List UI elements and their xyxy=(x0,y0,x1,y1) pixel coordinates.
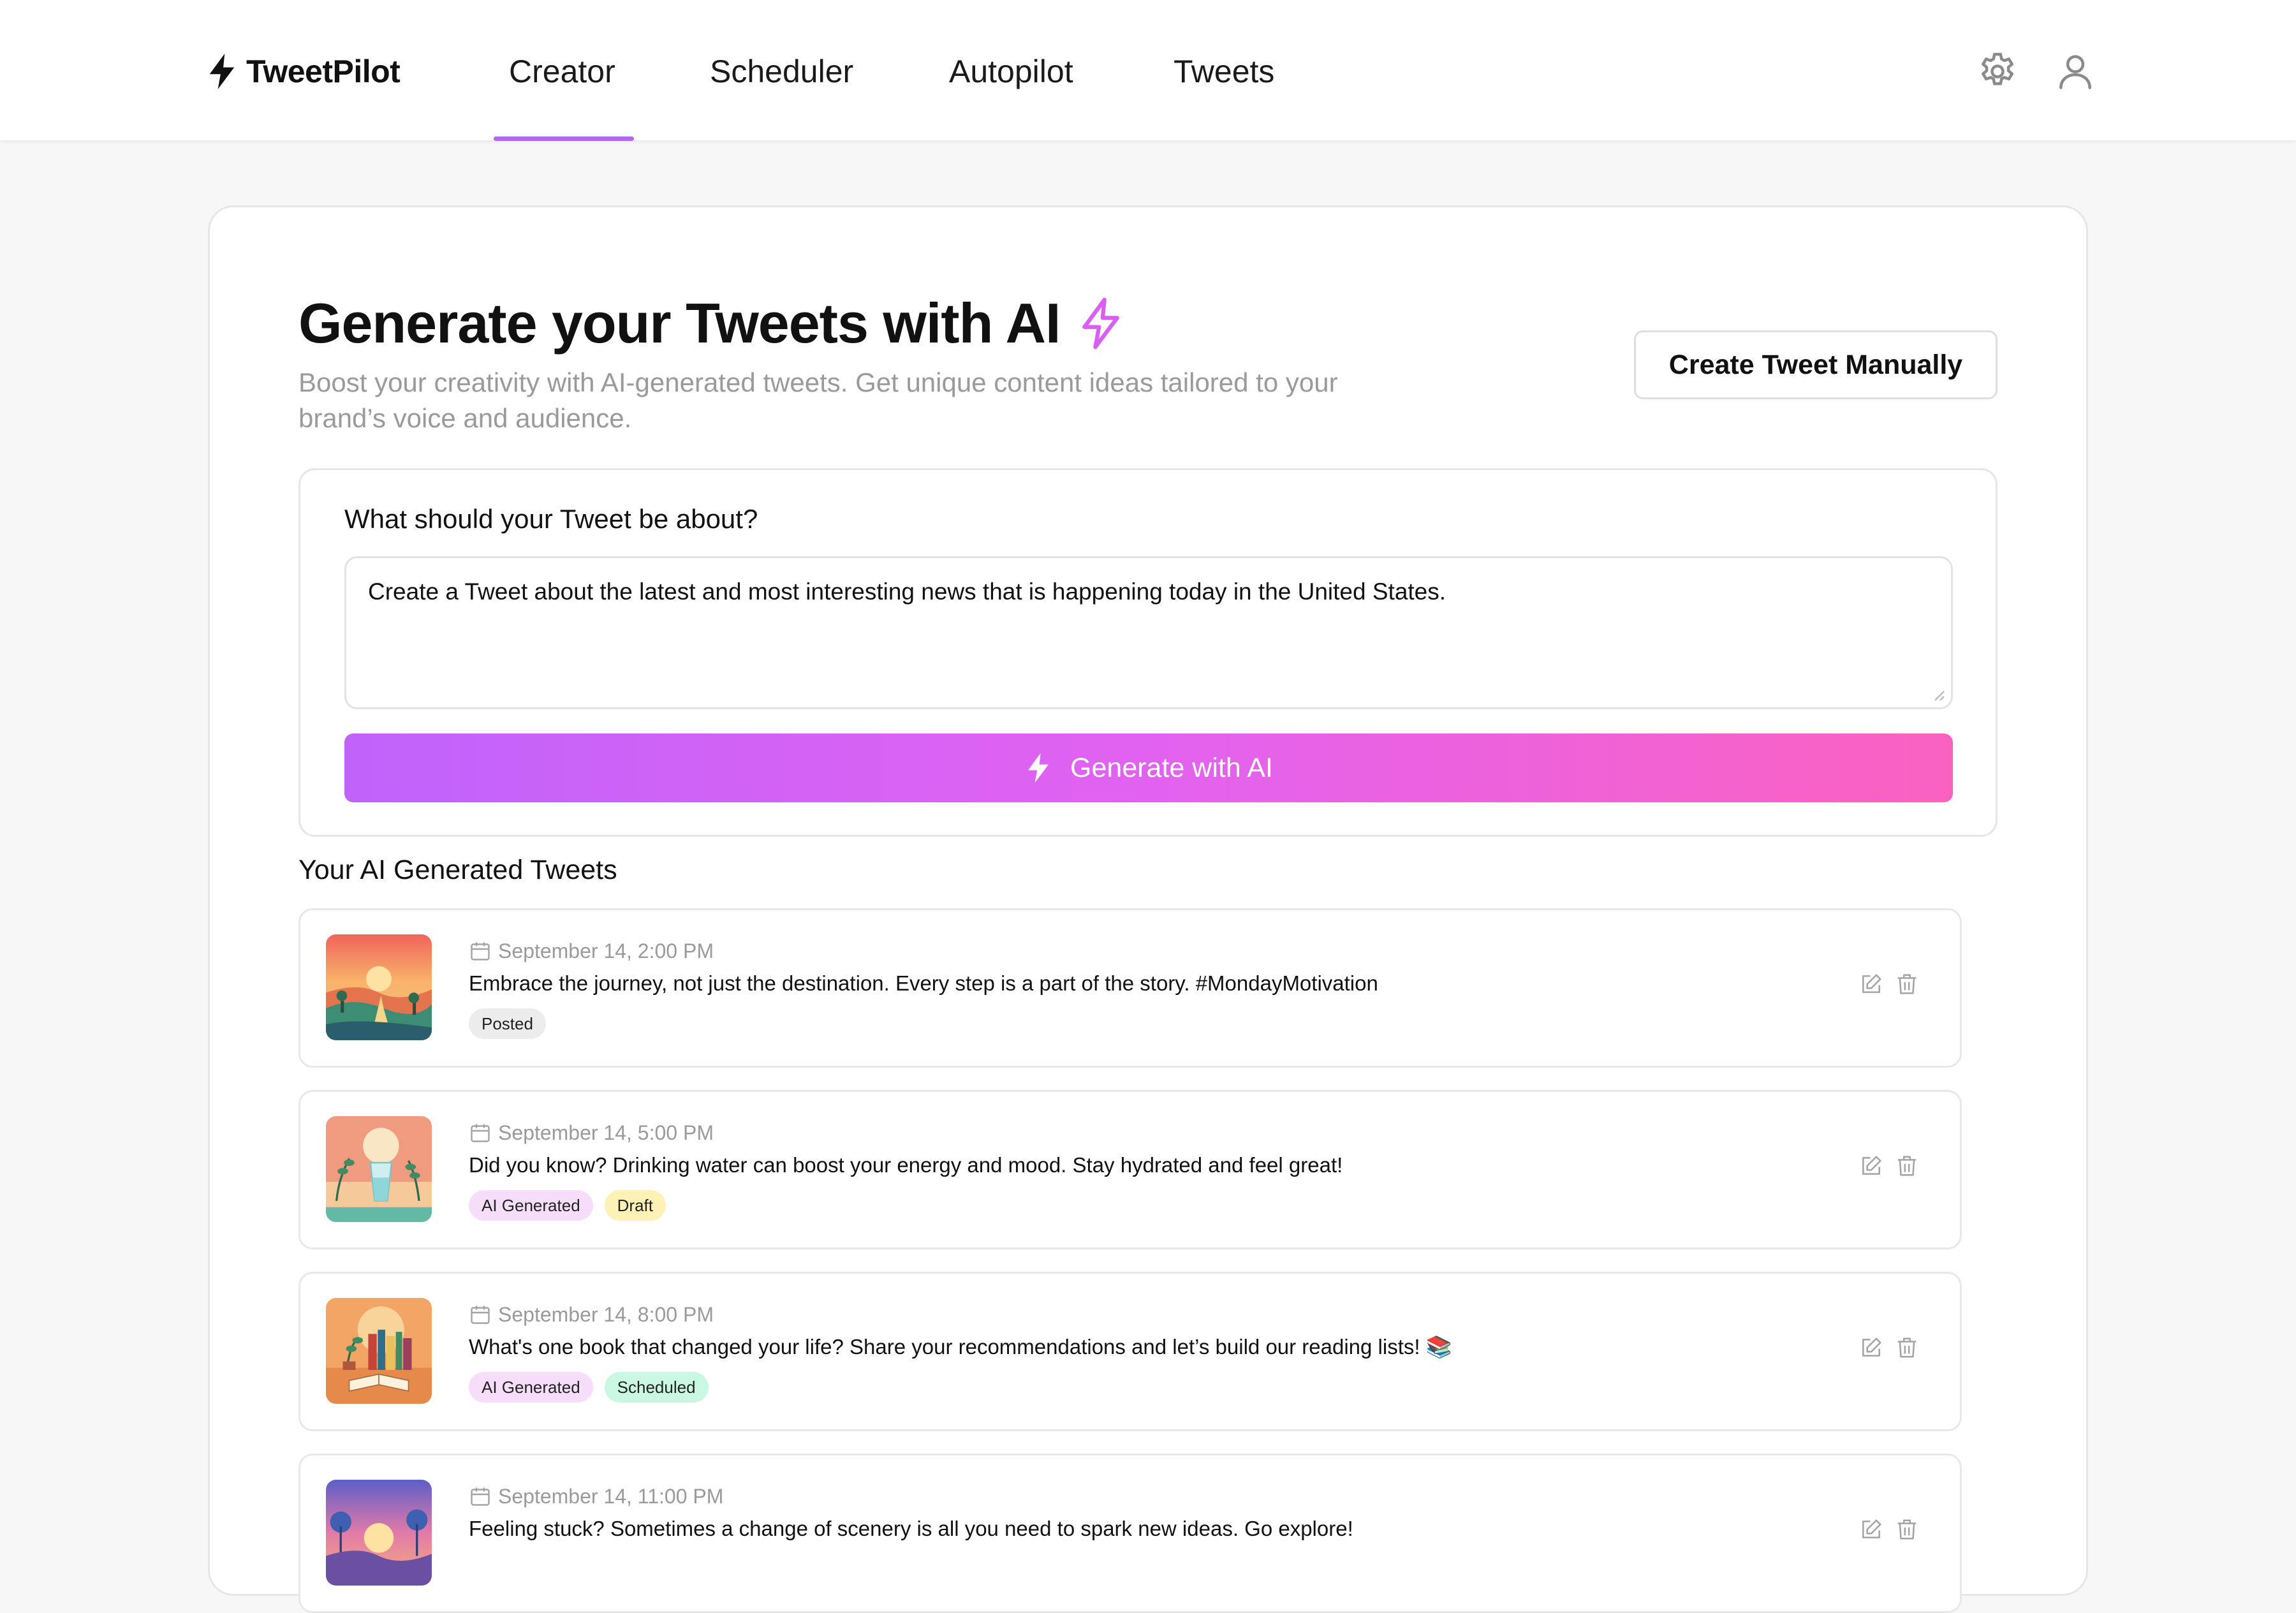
tweet-text: Did you know? Drinking water can boost y… xyxy=(469,1153,1343,1177)
water-glass-image xyxy=(326,1116,432,1222)
tweet-thumbnail xyxy=(326,1480,432,1586)
edit-button[interactable] xyxy=(1859,1517,1883,1542)
calendar-icon xyxy=(471,1306,490,1324)
calendar-icon xyxy=(471,1487,490,1506)
trash-icon xyxy=(1897,1337,1917,1358)
tweet-card[interactable]: September 14, 11:00 PM Feeling stuck? So… xyxy=(298,1454,1962,1613)
prompt-textarea[interactable]: Create a Tweet about the latest and most… xyxy=(344,556,1953,709)
tweet-badges: AI Generated Scheduled xyxy=(469,1372,709,1403)
trash-icon xyxy=(1897,1519,1917,1540)
status-badge: Posted xyxy=(469,1008,546,1039)
tweet-text: Feeling stuck? Sometimes a change of sce… xyxy=(469,1517,1353,1540)
tweet-badges: AI Generated Draft xyxy=(469,1190,666,1221)
status-badge: Draft xyxy=(604,1190,666,1221)
brand-name: TweetPilot xyxy=(246,54,401,89)
tweet-date-text: September 14, 8:00 PM xyxy=(498,1302,714,1326)
user-icon xyxy=(2059,55,2091,89)
tweet-text: Embrace the journey, not just the destin… xyxy=(469,971,1378,995)
resize-handle-icon[interactable] xyxy=(1930,686,1945,702)
tweet-card[interactable]: September 14, 2:00 PM Embrace the journe… xyxy=(298,908,1962,1068)
delete-button[interactable] xyxy=(1895,1335,1919,1360)
sunset-path-image xyxy=(326,934,432,1040)
top-navigation-bar: TweetPilot Creator Scheduler Autopilot T… xyxy=(0,0,2296,142)
create-tweet-manually-button[interactable]: Create Tweet Manually xyxy=(1634,330,1998,399)
delete-button[interactable] xyxy=(1895,1517,1919,1542)
tab-scheduler[interactable]: Scheduler xyxy=(710,51,853,92)
tweet-thumbnail xyxy=(326,1116,432,1222)
ai-generated-badge: AI Generated xyxy=(469,1190,593,1221)
tweet-date: September 14, 8:00 PM xyxy=(469,1299,714,1330)
edit-button[interactable] xyxy=(1859,1335,1883,1360)
generated-tweets-heading: Your AI Generated Tweets xyxy=(298,855,617,885)
tweet-thumbnail xyxy=(326,1298,432,1404)
page-subtitle: Boost your creativity with AI-generated … xyxy=(298,367,1338,433)
tweet-actions xyxy=(1859,1517,1919,1542)
delete-button[interactable] xyxy=(1895,971,1919,997)
edit-icon xyxy=(1862,1337,1881,1357)
tweet-date: September 14, 2:00 PM xyxy=(469,936,714,966)
brand-logo[interactable]: TweetPilot xyxy=(205,51,401,92)
tab-creator[interactable]: Creator xyxy=(509,51,615,92)
tweet-card[interactable]: September 14, 8:00 PM What's one book th… xyxy=(298,1272,1962,1431)
active-tab-indicator xyxy=(494,136,634,141)
books-image xyxy=(326,1298,432,1404)
trash-icon xyxy=(1897,1156,1917,1176)
ai-generated-badge: AI Generated xyxy=(469,1372,593,1403)
page-title: Generate your Tweets with AI xyxy=(298,288,1123,358)
tweet-text: What's one book that changed your life? … xyxy=(469,1335,1452,1359)
edit-icon xyxy=(1862,974,1881,993)
calendar-icon xyxy=(471,1124,490,1142)
trash-icon xyxy=(1897,974,1917,994)
tweet-date-text: September 14, 5:00 PM xyxy=(498,1121,714,1144)
status-badge: Scheduled xyxy=(604,1372,709,1403)
tweet-actions xyxy=(1859,1153,1919,1179)
tab-autopilot[interactable]: Autopilot xyxy=(949,51,1073,92)
gear-icon xyxy=(1982,52,2013,85)
prompt-label: What should your Tweet be about? xyxy=(344,504,758,534)
tweet-thumbnail xyxy=(326,934,432,1040)
edit-icon xyxy=(1862,1519,1881,1538)
settings-button[interactable] xyxy=(1976,50,2019,93)
profile-button[interactable] xyxy=(2054,50,2097,93)
delete-button[interactable] xyxy=(1895,1153,1919,1179)
tab-tweets[interactable]: Tweets xyxy=(1174,51,1274,92)
tweet-date: September 14, 5:00 PM xyxy=(469,1117,714,1148)
calendar-icon xyxy=(471,942,490,961)
edit-icon xyxy=(1862,1156,1881,1175)
edit-button[interactable] xyxy=(1859,1153,1883,1179)
tweet-actions xyxy=(1859,971,1919,997)
tweet-date-text: September 14, 2:00 PM xyxy=(498,939,714,962)
lightning-bolt-icon xyxy=(1027,753,1049,783)
tweet-card[interactable]: September 14, 5:00 PM Did you know? Drin… xyxy=(298,1090,1962,1249)
generate-with-ai-button[interactable]: Generate with AI xyxy=(344,733,1953,802)
tweet-badges: Posted xyxy=(469,1008,546,1039)
generate-button-label: Generate with AI xyxy=(1070,752,1273,783)
tweet-actions xyxy=(1859,1335,1919,1360)
lightning-bolt-icon xyxy=(1082,298,1119,349)
lightning-bolt-icon xyxy=(209,54,235,89)
edit-button[interactable] xyxy=(1859,971,1883,997)
tweet-date-text: September 14, 11:00 PM xyxy=(498,1484,724,1508)
tweet-date: September 14, 11:00 PM xyxy=(469,1481,723,1512)
page-title-text: Generate your Tweets with AI xyxy=(298,291,1061,355)
landscape-image xyxy=(326,1480,432,1586)
